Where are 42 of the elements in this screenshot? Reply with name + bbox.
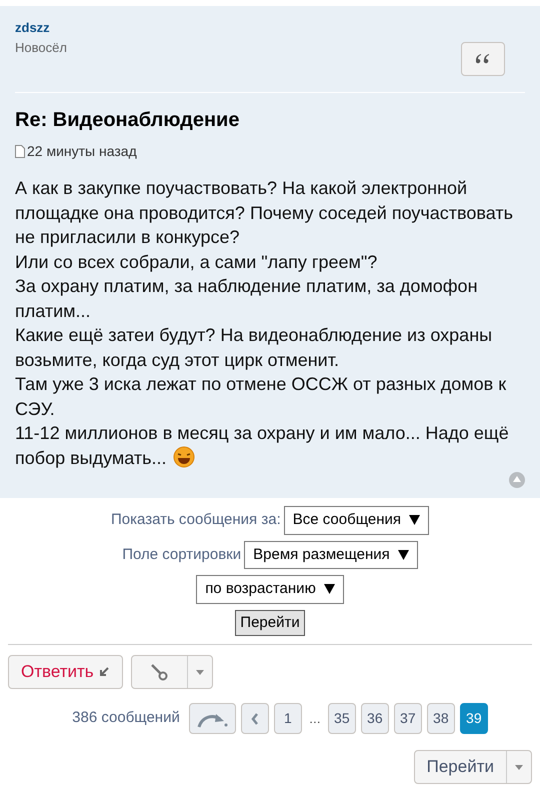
wrench-icon <box>149 662 170 682</box>
select-field[interactable]: по возрастанию <box>196 575 344 604</box>
select-field[interactable]: Все сообщения <box>284 506 429 534</box>
post-time: 22 минуты назад <box>27 142 137 161</box>
chevron-left-icon <box>250 712 259 724</box>
post-count: 386 сообщений <box>72 708 180 728</box>
author-link[interactable]: zdszz <box>15 18 67 38</box>
reply-button[interactable]: Ответить <box>8 655 123 689</box>
jump-page-button[interactable] <box>188 703 236 734</box>
post-title: Re: Видеонаблюдение <box>15 108 240 133</box>
dropdown-arrow-icon <box>324 584 335 594</box>
page-ellipsis: … <box>308 710 322 728</box>
post-text: Или со всех собрали, а сами "лапу греем"? <box>15 250 378 274</box>
post-text: Какие ещё затеи будут? На видеонаблюдение из охраны возьмите, когда суд этот цирк отменит. <box>15 324 494 372</box>
user-rank: Новосёл <box>15 38 67 56</box>
post-text: 11-12 миллионов в месяц за охрану и им мало... Надо ещё побор выдумать... <box>15 422 510 470</box>
page-button[interactable]: 38 <box>426 703 455 734</box>
page-button[interactable]: 36 <box>360 703 389 734</box>
page-button[interactable]: 39 <box>460 703 488 734</box>
post-text: Там уже 3 иска лежат по отмене ОССЖ от разных домов к СЭУ. <box>15 373 508 420</box>
dropdown-arrow-icon <box>409 515 420 526</box>
document-icon <box>15 145 25 158</box>
tools-button[interactable] <box>130 655 213 689</box>
laughing-emoji-icon <box>172 446 195 468</box>
quote-button[interactable] <box>461 42 505 76</box>
filter-label: Показать сообщения за: <box>111 510 281 530</box>
scroll-top-icon[interactable] <box>509 472 525 488</box>
caret-icon <box>515 764 523 770</box>
go-button[interactable]: Перейти <box>235 610 305 636</box>
post-text: За охрану платим, за наблюдение платим, за домофон платим... <box>15 275 479 322</box>
quote-icon <box>476 54 490 64</box>
previous-page-button[interactable] <box>240 703 269 734</box>
page-button[interactable]: 1 <box>274 703 302 734</box>
page-button[interactable]: 35 <box>328 703 356 734</box>
post-text: А как в закупке поучаствовать? На какой электронной площадке она проводится? Почему соседей поучаствовать не пригласили в конкурсе? <box>15 177 514 249</box>
page-button[interactable]: 37 <box>394 703 422 734</box>
caret-icon <box>196 670 204 674</box>
filter-label: Поле сортировки <box>122 544 242 564</box>
arrow-icon <box>98 666 110 678</box>
select-field[interactable]: Время размещения <box>244 540 418 569</box>
jump-button[interactable]: Перейти <box>414 750 532 784</box>
dropdown-arrow-icon <box>398 550 409 560</box>
